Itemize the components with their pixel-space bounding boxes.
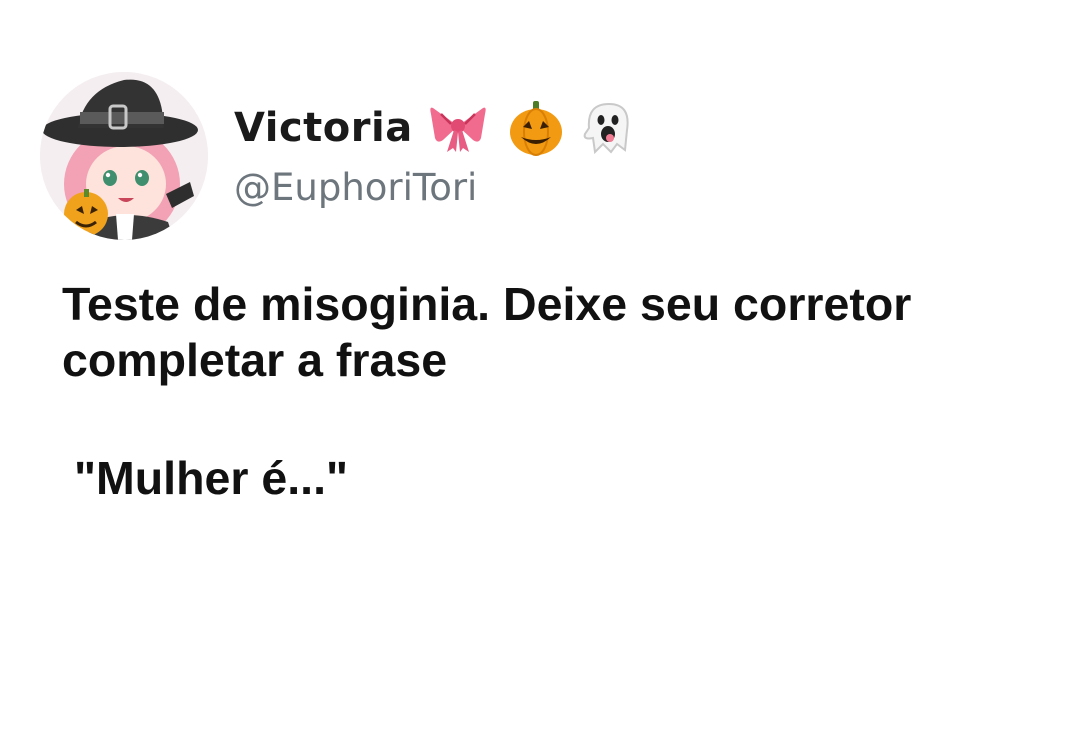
tweet-card: Victoria @EuphoriTori Teste de misoginia… [0,0,1080,738]
tweet-text-line-1: Teste de misoginia. Deixe seu corretor [62,278,912,330]
author-handle[interactable]: @EuphoriTori [234,166,477,209]
author-name-row[interactable]: Victoria [234,96,637,160]
tweet-quote: "Mulher é..." [74,452,349,504]
ghost-icon [577,98,637,158]
pumpkin-icon [507,99,565,157]
display-name[interactable]: Victoria [234,105,413,151]
tweet-text-line-2: completar a frase [62,334,448,386]
avatar-image [40,72,208,240]
bow-icon [429,102,487,154]
tweet-text: Teste de misoginia. Deixe seu corretor c… [62,276,1052,388]
avatar[interactable] [40,72,208,240]
